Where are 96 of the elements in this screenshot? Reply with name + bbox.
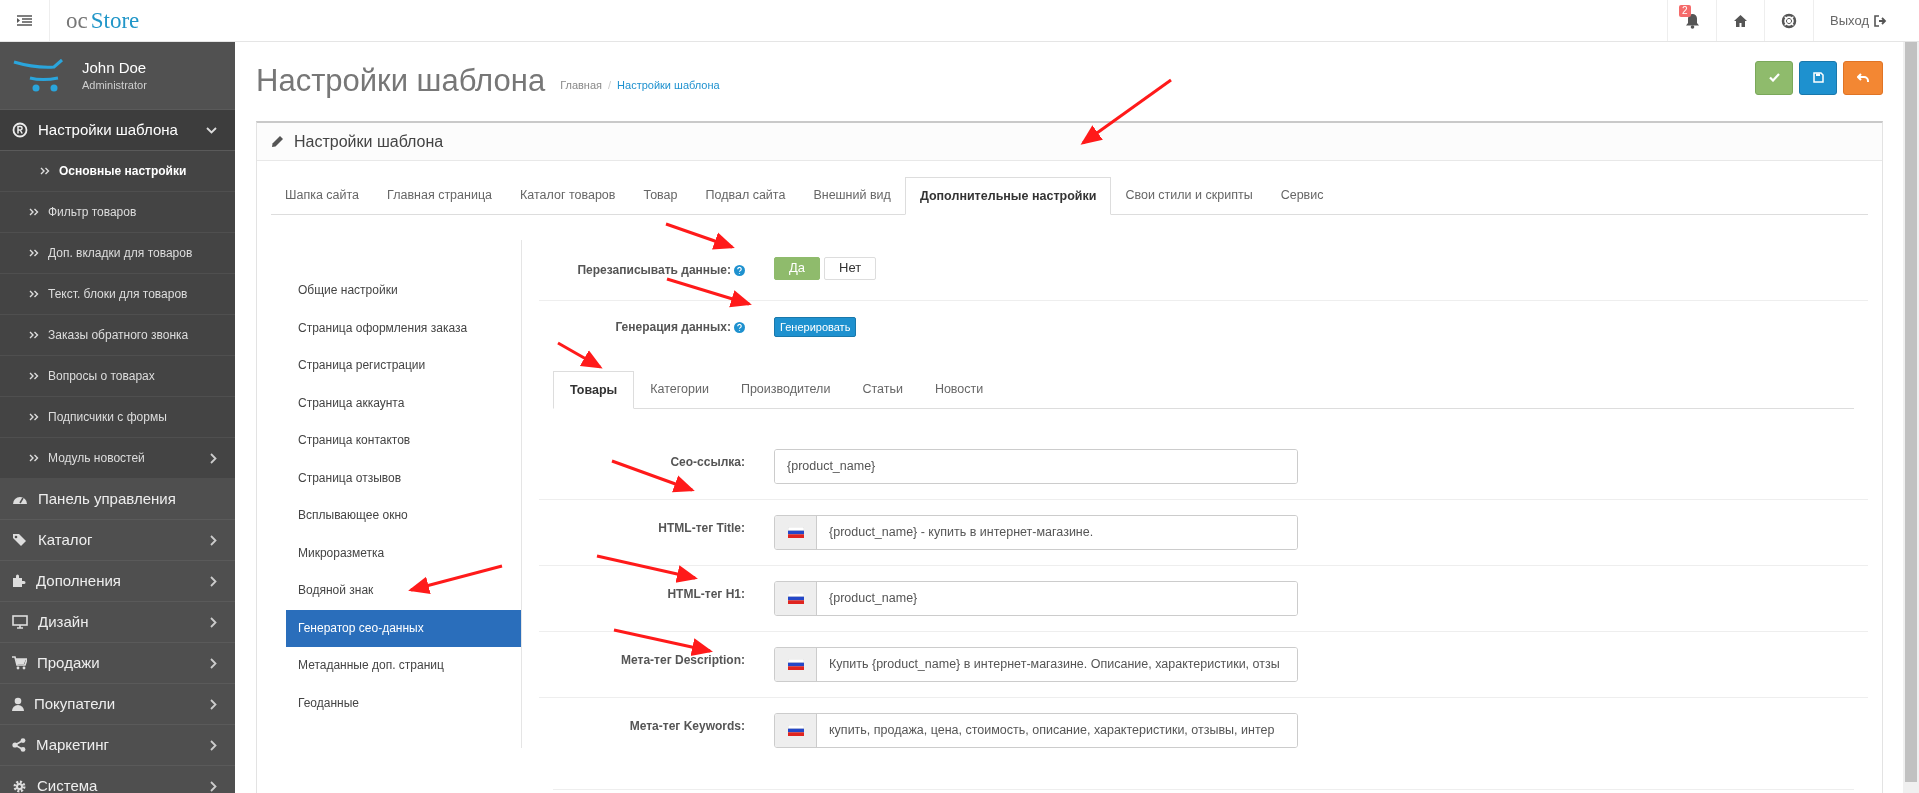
submenu-item[interactable]: Текст. блоки для товаров	[0, 274, 235, 315]
settings-menu-item[interactable]: Всплывающее окно	[286, 497, 521, 535]
russian-flag-icon	[787, 659, 804, 670]
tab[interactable]: Главная страница	[373, 177, 506, 214]
submenu-item[interactable]: Заказы обратного звонка	[0, 315, 235, 356]
field-label: HTML-тег Title:	[658, 521, 745, 535]
tab[interactable]: Шапка сайта	[271, 177, 374, 214]
bell-icon[interactable]	[1684, 12, 1700, 29]
subtab[interactable]: Производители	[724, 371, 847, 408]
tab[interactable]: Дополнительные настройки	[904, 177, 1112, 215]
page-title: Настройки шаблона	[256, 62, 546, 101]
text-field[interactable]: {product_name} - купить в интернет-магазине.	[774, 515, 1298, 550]
gear-icon	[12, 778, 27, 793]
sign-out-icon	[1874, 14, 1887, 27]
tab[interactable]: Внешний вид	[799, 177, 905, 214]
tags-icon	[12, 533, 28, 547]
tab[interactable]: Сервис	[1266, 177, 1338, 214]
share-icon	[12, 738, 26, 752]
submenu-item[interactable]: Модуль новостей	[0, 438, 235, 479]
puzzle-icon	[12, 574, 26, 588]
submenu-item[interactable]: Вопросы о товарах	[0, 356, 235, 397]
submenu-item[interactable]: Доп. вкладки для товаров	[0, 233, 235, 274]
settings-menu-item[interactable]: Микроразметка	[286, 534, 521, 572]
field-label: HTML-тег H1:	[667, 587, 745, 601]
field-label: Генерация данных:	[615, 319, 731, 336]
lifebuoy-icon[interactable]	[1781, 12, 1798, 29]
double-chevron-icon	[29, 331, 39, 339]
user-icon	[12, 697, 24, 711]
generate-button[interactable]: Генерировать	[774, 317, 857, 337]
text-field[interactable]: купить, продажа, цена, стоимость, описание, характеристики, отзывы, интер	[774, 713, 1298, 748]
settings-menu-item[interactable]: Генератор сео-данных	[286, 609, 521, 647]
settings-menu-item[interactable]: Геоданные	[286, 684, 521, 722]
field-label: Перезаписывать данные:	[577, 262, 731, 279]
tab[interactable]: Каталог товаров	[506, 177, 630, 214]
toggle-option[interactable]: Нет	[824, 256, 877, 280]
tab[interactable]: Свои стили и скрипты	[1111, 177, 1267, 214]
annotation-arrow	[665, 222, 735, 250]
registered-icon	[12, 122, 28, 138]
user-role: Administrator	[82, 77, 147, 93]
logout-link[interactable]: Выход	[1813, 0, 1903, 41]
notification-count: 2	[1679, 5, 1691, 17]
submenu-item[interactable]: Основные настройки	[0, 151, 235, 192]
settings-menu-item[interactable]: Страница оформления заказа	[286, 309, 521, 347]
monitor-icon	[12, 615, 28, 629]
tab[interactable]: Подвал сайта	[691, 177, 800, 214]
breadcrumb-link[interactable]: Главная	[560, 77, 602, 94]
logo-name: Store	[90, 7, 140, 35]
logo-prefix: oc	[66, 7, 88, 35]
menu-icon[interactable]	[17, 15, 32, 26]
settings-menu-item[interactable]: Страница регистрации	[286, 347, 521, 385]
double-chevron-icon	[29, 208, 39, 216]
double-chevron-icon	[29, 290, 39, 298]
double-chevron-icon	[29, 413, 39, 421]
settings-menu-item[interactable]: Общие настройки	[286, 272, 521, 310]
double-chevron-icon	[40, 167, 50, 175]
double-chevron-icon	[29, 372, 39, 380]
text-field[interactable]: {product_name}	[774, 581, 1298, 616]
double-chevron-icon	[29, 454, 39, 462]
settings-menu-item[interactable]: Страница отзывов	[286, 459, 521, 497]
settings-menu-item[interactable]: Водяной знак	[286, 572, 521, 610]
subtab[interactable]: Категории	[634, 371, 725, 408]
help-icon[interactable]	[734, 321, 745, 333]
field-label: Сео-ссылка:	[670, 455, 745, 469]
russian-flag-icon	[787, 527, 804, 538]
text-field[interactable]: {product_name}	[774, 449, 1298, 484]
tab[interactable]: Товар	[629, 177, 692, 214]
scrollbar-thumb[interactable]	[1905, 42, 1917, 782]
breadcrumb-link[interactable]: Настройки шаблона	[617, 77, 720, 94]
settings-menu-item[interactable]: Метаданные доп. страниц	[286, 647, 521, 685]
cart-icon	[12, 656, 27, 670]
field-label: Мета-тег Keywords:	[629, 719, 745, 733]
save-button[interactable]	[1799, 60, 1837, 95]
home-icon[interactable]	[1733, 14, 1749, 27]
submenu-item[interactable]: Подписчики с формы	[0, 397, 235, 438]
russian-flag-icon	[787, 593, 804, 604]
check-icon	[1768, 73, 1780, 82]
subtab[interactable]: Статьи	[846, 371, 919, 408]
panel-title: Настройки шаблона	[294, 131, 444, 152]
reply-arrow-icon	[1857, 72, 1869, 83]
text-field[interactable]: Купить {product_name} в интернет-магазине. Описание, характеристики, отзы	[774, 647, 1298, 682]
field-label: Мета-тег Description:	[621, 653, 745, 667]
settings-menu-item[interactable]: Страница аккаунта	[286, 384, 521, 422]
pencil-icon	[271, 135, 284, 148]
subtab[interactable]: Новости	[918, 371, 1000, 408]
subtab[interactable]: Товары	[553, 371, 635, 409]
breadcrumb-separator: /	[608, 78, 612, 94]
back-button[interactable]	[1843, 60, 1883, 95]
user-name: John Doe	[82, 57, 147, 77]
annotation-arrow	[557, 341, 603, 369]
save-check-button[interactable]	[1755, 60, 1793, 95]
help-icon[interactable]	[734, 264, 745, 276]
settings-menu-item[interactable]: Страница контактов	[286, 422, 521, 460]
double-chevron-icon	[29, 249, 39, 257]
sidebar-item[interactable]: Настройки шаблона	[0, 110, 235, 151]
russian-flag-icon	[787, 725, 804, 736]
submenu-item[interactable]: Фильтр товаров	[0, 192, 235, 233]
